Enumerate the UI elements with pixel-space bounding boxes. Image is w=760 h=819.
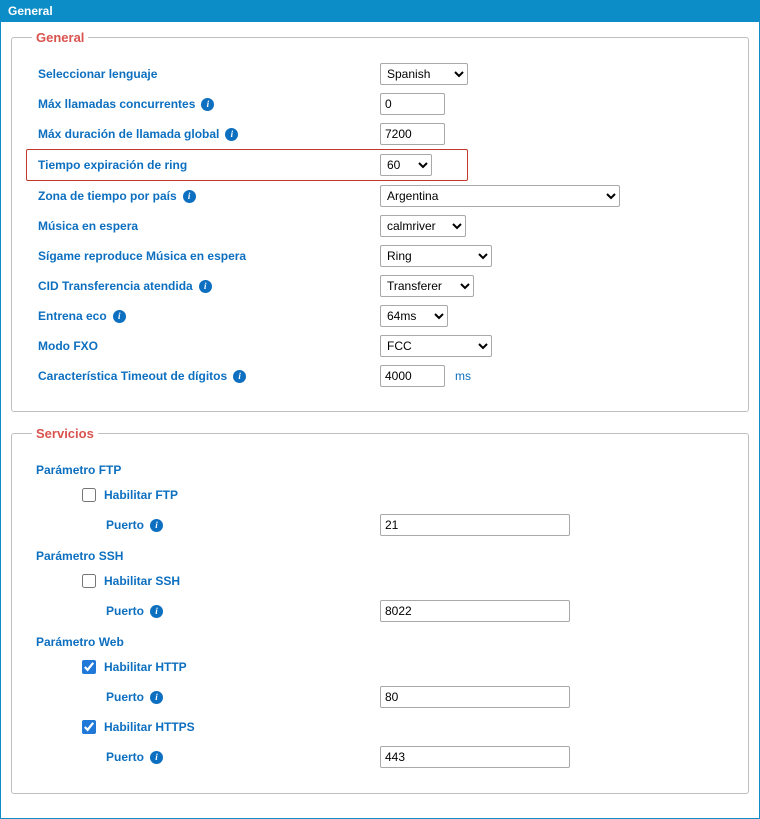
select-moh[interactable]: calmriver — [380, 215, 466, 237]
input-http-port[interactable] — [380, 686, 570, 708]
row-https-port: Puerto i — [32, 741, 728, 773]
info-icon[interactable]: i — [150, 691, 163, 704]
checkbox-enable-https[interactable] — [82, 720, 96, 734]
checkbox-enable-ftp[interactable] — [82, 488, 96, 502]
info-icon[interactable]: i — [233, 370, 246, 383]
select-echo[interactable]: 64ms — [380, 305, 448, 327]
input-https-port[interactable] — [380, 746, 570, 768]
row-moh: Música en espera calmriver — [32, 211, 728, 241]
label-enable-ftp: Habilitar FTP — [104, 488, 178, 502]
label-timezone: Zona de tiempo por país i — [32, 189, 380, 203]
row-cid-transfer: CID Transferencia atendida i Transferer — [32, 271, 728, 301]
row-enable-http: Habilitar HTTP — [32, 653, 728, 681]
label-enable-https: Habilitar HTTPS — [104, 720, 195, 734]
label-max-concurrent: Máx llamadas concurrentes i — [32, 97, 380, 111]
row-http-port: Puerto i — [32, 681, 728, 713]
checkbox-enable-ssh[interactable] — [82, 574, 96, 588]
select-language[interactable]: Spanish — [380, 63, 468, 85]
info-icon[interactable]: i — [225, 128, 238, 141]
heading-ssh: Parámetro SSH — [32, 541, 728, 567]
row-language: Seleccionar lenguaje Spanish — [32, 59, 728, 89]
input-ftp-port[interactable] — [380, 514, 570, 536]
label-max-duration: Máx duración de llamada global i — [32, 127, 380, 141]
label-fxo: Modo FXO — [32, 339, 380, 353]
row-max-duration: Máx duración de llamada global i — [32, 119, 728, 149]
info-icon[interactable]: i — [201, 98, 214, 111]
label-moh: Música en espera — [32, 219, 380, 233]
input-ssh-port[interactable] — [380, 600, 570, 622]
header-title: General — [8, 4, 53, 18]
label-enable-ssh: Habilitar SSH — [104, 574, 180, 588]
label-followme: Sígame reproduce Música en espera — [32, 249, 380, 263]
row-max-concurrent: Máx llamadas concurrentes i — [32, 89, 728, 119]
info-icon[interactable]: i — [199, 280, 212, 293]
checkbox-enable-http[interactable] — [82, 660, 96, 674]
label-echo: Entrena eco i — [32, 309, 380, 323]
row-enable-ftp: Habilitar FTP — [32, 481, 728, 509]
row-enable-https: Habilitar HTTPS — [32, 713, 728, 741]
label-cid-transfer: CID Transferencia atendida i — [32, 279, 380, 293]
legend-general: General — [32, 30, 88, 45]
info-icon[interactable]: i — [150, 519, 163, 532]
legend-services: Servicios — [32, 426, 98, 441]
row-followme: Sígame reproduce Música en espera Ring — [32, 241, 728, 271]
heading-ftp: Parámetro FTP — [32, 455, 728, 481]
digit-timeout-suffix: ms — [455, 369, 471, 383]
info-icon[interactable]: i — [183, 190, 196, 203]
heading-web: Parámetro Web — [32, 627, 728, 653]
select-fxo[interactable]: FCC — [380, 335, 492, 357]
row-enable-ssh: Habilitar SSH — [32, 567, 728, 595]
info-icon[interactable]: i — [113, 310, 126, 323]
row-echo: Entrena eco i 64ms — [32, 301, 728, 331]
row-ring-timeout: Tiempo expiración de ring 60 — [26, 149, 468, 181]
label-https-port: Puerto i — [32, 750, 380, 764]
label-digit-timeout: Característica Timeout de dígitos i — [32, 369, 380, 383]
label-http-port: Puerto i — [32, 690, 380, 704]
label-ring-timeout: Tiempo expiración de ring — [32, 158, 380, 172]
input-max-concurrent[interactable] — [380, 93, 445, 115]
select-timezone[interactable]: Argentina — [380, 185, 620, 207]
label-language: Seleccionar lenguaje — [32, 67, 380, 81]
select-ring-timeout[interactable]: 60 — [380, 154, 432, 176]
fieldset-general: General Seleccionar lenguaje Spanish Máx… — [11, 30, 749, 412]
label-enable-http: Habilitar HTTP — [104, 660, 187, 674]
row-digit-timeout: Característica Timeout de dígitos i ms — [32, 361, 728, 391]
row-ssh-port: Puerto i — [32, 595, 728, 627]
row-timezone: Zona de tiempo por país i Argentina — [32, 181, 728, 211]
header-bar: General — [0, 0, 760, 22]
select-cid-transfer[interactable]: Transferer — [380, 275, 474, 297]
label-ftp-port: Puerto i — [32, 518, 380, 532]
info-icon[interactable]: i — [150, 605, 163, 618]
select-followme[interactable]: Ring — [380, 245, 492, 267]
info-icon[interactable]: i — [150, 751, 163, 764]
row-ftp-port: Puerto i — [32, 509, 728, 541]
input-max-duration[interactable] — [380, 123, 445, 145]
fieldset-services: Servicios Parámetro FTP Habilitar FTP Pu… — [11, 426, 749, 794]
row-fxo: Modo FXO FCC — [32, 331, 728, 361]
input-digit-timeout[interactable] — [380, 365, 445, 387]
main-panel: General Seleccionar lenguaje Spanish Máx… — [0, 22, 760, 819]
label-ssh-port: Puerto i — [32, 604, 380, 618]
